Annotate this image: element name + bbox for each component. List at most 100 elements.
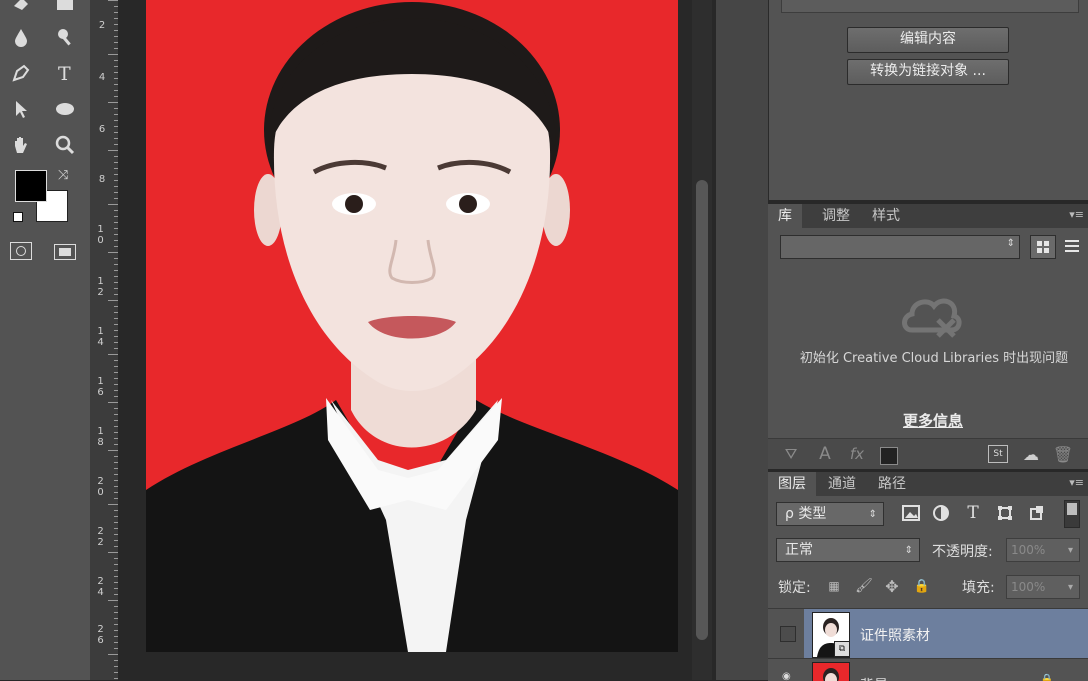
panel-menu-icon[interactable]: ▾≡: [1069, 208, 1084, 221]
vertical-ruler: 2 4 6 8 10 12 14 16 18 20 22 24 26: [90, 0, 119, 680]
ruler-label: 18: [97, 426, 104, 448]
ruler-tick: [108, 204, 118, 205]
ruler-tick: [108, 0, 118, 1]
swap-colors-icon[interactable]: ⤨: [58, 168, 68, 183]
blend-mode-label: 正常: [785, 542, 813, 558]
type-tool-icon[interactable]: T: [50, 58, 80, 88]
opacity-value: 100%: [1011, 543, 1046, 557]
tab-channels[interactable]: 通道: [818, 472, 866, 496]
filter-pixel-layers-icon[interactable]: [900, 502, 922, 524]
grid-view-icon[interactable]: [1030, 235, 1056, 259]
ruler-label: 26: [97, 624, 104, 646]
more-info-link[interactable]: 更多信息: [868, 410, 998, 431]
quick-mask-icon[interactable]: [10, 242, 32, 260]
add-layer-style-icon[interactable]: fx: [846, 443, 868, 465]
ruler-label: 12: [97, 276, 104, 298]
dropdown-arrow-icon: ▾: [1067, 582, 1073, 593]
filter-adjustment-layers-icon[interactable]: [930, 502, 952, 524]
select-arrows-icon: ⇕: [868, 509, 877, 520]
dodge-tool-icon[interactable]: [50, 22, 80, 52]
ruler-label: 8: [98, 174, 106, 185]
ellipse-tool-icon[interactable]: [50, 94, 80, 124]
delete-icon[interactable]: 🗑: [1052, 443, 1074, 465]
lock-image-pixels-icon[interactable]: 🖌: [854, 576, 874, 596]
tab-paths[interactable]: 路径: [868, 472, 916, 496]
add-color-icon[interactable]: [880, 447, 898, 465]
properties-field: [781, 0, 1079, 13]
properties-panel: 编辑内容 转换为链接对象 ...: [768, 0, 1088, 200]
layers-panel-menu-icon[interactable]: ▾≡: [1069, 476, 1084, 489]
filter-shape-layers-icon[interactable]: [994, 502, 1016, 524]
cloud-error-icon: [898, 290, 968, 340]
select-arrows-icon: ⇕: [1006, 238, 1015, 249]
layer-row[interactable]: ⧉ 证件照素材: [768, 608, 1088, 659]
ruler-label: 14: [97, 326, 104, 348]
opacity-input[interactable]: 100% ▾: [1006, 538, 1080, 562]
filter-kind-label: ρ 类型: [785, 506, 827, 522]
ruler-tick: [108, 402, 118, 403]
svg-text:T: T: [58, 63, 71, 84]
ruler-label: 20: [97, 476, 104, 498]
layer-thumbnail: [812, 662, 850, 681]
portrait-illustration: [146, 0, 678, 652]
libraries-tab-strip: 库 调整 样式 ▾≡: [768, 204, 1088, 228]
libraries-panel: [768, 228, 1088, 468]
panel-dock-collapsed: [716, 0, 768, 680]
tab-layers[interactable]: 图层: [768, 472, 816, 496]
lock-position-icon[interactable]: ✥: [882, 576, 902, 596]
hand-tool-icon[interactable]: [6, 130, 36, 160]
eraser-tool-icon[interactable]: [6, 0, 36, 18]
sync-cloud-icon[interactable]: ☁: [1020, 443, 1042, 465]
tools-panel: T ⤨: [0, 0, 90, 680]
opacity-label: 不透明度:: [932, 544, 993, 560]
screen-mode-icon[interactable]: [54, 244, 76, 260]
fill-value: 100%: [1011, 580, 1046, 594]
ruler-label: 10: [97, 224, 104, 246]
fill-input[interactable]: 100% ▾: [1006, 575, 1080, 599]
ruler-tick: [108, 600, 118, 601]
path-selection-tool-icon[interactable]: [6, 94, 36, 124]
ruler-tick: [108, 654, 118, 655]
visibility-toggle[interactable]: [780, 626, 796, 642]
foreground-color-swatch[interactable]: [15, 170, 47, 202]
blur-tool-icon[interactable]: [6, 22, 36, 52]
tab-styles[interactable]: 样式: [862, 204, 910, 228]
stock-icon[interactable]: St: [988, 445, 1008, 463]
gradient-tool-icon[interactable]: [50, 0, 80, 18]
filter-toggle-switch[interactable]: [1064, 500, 1080, 528]
tab-adjustments[interactable]: 调整: [812, 204, 860, 228]
ruler-label: 4: [98, 72, 106, 83]
zoom-tool-icon[interactable]: [50, 130, 80, 160]
pen-tool-icon[interactable]: [6, 58, 36, 88]
smart-object-badge-icon: ⧉: [834, 641, 850, 657]
layers-tab-strip: 图层 通道 路径 ▾≡: [768, 472, 1088, 496]
ruler-tick: [108, 252, 118, 253]
layer-row[interactable]: ◉ 背景 🔒: [768, 658, 1088, 681]
ruler-tick: [108, 54, 118, 55]
layer-name[interactable]: 背景: [860, 675, 888, 681]
libraries-footer: ⛛ A fx St ☁ 🗑: [768, 438, 1088, 469]
id-photo-image[interactable]: [146, 0, 678, 652]
filter-type-layers-icon[interactable]: T: [962, 502, 984, 524]
ruler-label: 16: [97, 376, 104, 398]
convert-to-linked-button[interactable]: 转换为链接对象 ...: [847, 59, 1009, 85]
lock-all-icon[interactable]: 🔒: [912, 576, 932, 596]
scrollbar-thumb[interactable]: [696, 180, 708, 640]
select-arrows-icon: ⇕: [904, 545, 913, 556]
default-colors-icon[interactable]: [13, 212, 23, 222]
blend-mode-select[interactable]: 正常 ⇕: [776, 538, 920, 562]
edit-contents-button[interactable]: 编辑内容: [847, 27, 1009, 53]
lock-transparent-pixels-icon[interactable]: ▦: [826, 578, 842, 594]
add-graphic-icon[interactable]: ⛛: [780, 443, 802, 465]
layer-name[interactable]: 证件照素材: [860, 625, 930, 645]
layer-filter-kind-select[interactable]: ρ 类型 ⇕: [776, 502, 884, 526]
eye-icon[interactable]: ◉: [782, 671, 794, 681]
list-view-icon[interactable]: [1060, 235, 1084, 257]
library-select[interactable]: ⇕: [780, 235, 1020, 259]
ruler-tick: [108, 300, 118, 301]
fill-label: 填充:: [962, 580, 995, 596]
ruler-label: 22: [97, 526, 104, 548]
filter-smart-objects-icon[interactable]: [1026, 502, 1048, 524]
add-character-style-icon[interactable]: A: [814, 443, 836, 465]
tab-libraries[interactable]: 库: [768, 204, 802, 228]
